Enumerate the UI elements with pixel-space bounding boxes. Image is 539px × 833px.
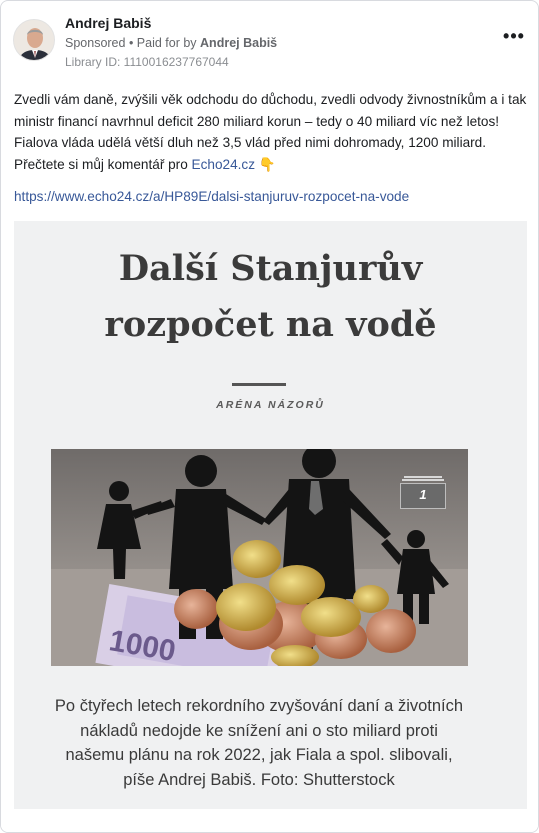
sponsored-meta: Sponsored • Paid for by Andrej Babiš [65,36,277,50]
author-name[interactable]: Andrej Babiš [65,15,151,31]
preview-headline: Další Stanjurův rozpočet na vodě [14,241,527,353]
gallery-stack-line [404,476,442,478]
post-header: Andrej Babiš Sponsored • Paid for by And… [13,13,526,73]
headline-line-1: Další Stanjurův [118,248,423,289]
paid-for-name: Andrej Babiš [200,36,278,50]
library-id: Library ID: 1110016237767044 [65,55,229,69]
paid-for-prefix: • Paid for by [125,36,201,50]
avatar-portrait-icon [14,20,54,60]
headline-line-2: rozpočet na vodě [104,304,437,345]
avatar[interactable] [13,19,55,61]
link-preview-image[interactable]: Další Stanjurův rozpočet na vodě ARÉNA N… [14,221,527,809]
sponsored-label: Sponsored [65,36,126,50]
echo24-link[interactable]: Echo24.cz [192,157,255,172]
gallery-badge: 1 [400,476,446,509]
gallery-count: 1 [419,487,427,502]
photo-caption: Po čtyřech letech rekordního zvyšování d… [54,697,464,789]
link-preview[interactable]: Další Stanjurův rozpočet na vodě ARÉNA N… [1,221,538,832]
post-text: Zvedli vám daně, zvýšili věk odchodu do … [14,89,529,175]
article-url-link[interactable]: https://www.echo24.cz/a/HP89E/dalsi-stan… [14,189,409,204]
section-label: ARÉNA NÁZORŮ [216,399,325,411]
article-photo: 1000 1 [51,449,468,666]
more-options-button[interactable]: ••• [502,27,526,49]
gallery-stack-line [402,479,444,481]
pointing-down-icon: 👇 [258,156,276,172]
ad-card: Andrej Babiš Sponsored • Paid for by And… [0,0,539,833]
headline-divider [232,383,286,386]
